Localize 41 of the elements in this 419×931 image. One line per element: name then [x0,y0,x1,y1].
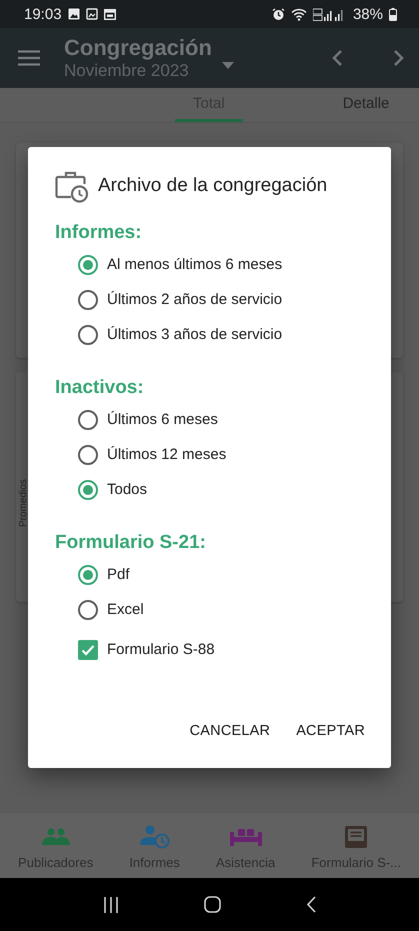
radio-button[interactable] [78,564,98,584]
wifi-icon [290,8,307,20]
battery-icon [389,8,397,20]
option-label[interactable]: Últimos 3 años de servicio [107,326,282,343]
back-icon[interactable] [306,896,316,913]
checkbox[interactable] [78,640,98,660]
dialog-title: Archivo de la congregación [98,175,328,197]
section-heading: Formulario S-21: [55,531,207,555]
dialog-button[interactable]: CANCELAR [190,714,270,748]
next-icon[interactable] [393,49,405,67]
option-label[interactable]: Últimos 6 meses [107,411,218,428]
month-subtitle: Noviembre 2023 [64,60,190,81]
radio-button[interactable] [78,254,98,274]
option-label[interactable]: Todos [107,481,148,498]
window-icon [104,8,116,20]
radio-button[interactable] [78,410,98,430]
recents-icon[interactable] [102,896,119,912]
radio-button[interactable] [78,600,98,620]
option-label[interactable]: Últimos 12 meses [107,446,226,463]
home-icon[interactable] [204,896,221,913]
briefcase-clock-icon [55,170,89,202]
alarm-icon [272,8,285,20]
section-heading: Inactivos: [55,376,145,400]
battery-percentage: 38% [352,6,383,22]
radio-button[interactable] [78,480,98,500]
previous-icon[interactable] [331,49,343,67]
option-label[interactable]: Formulario S-88 [107,641,215,658]
option-label[interactable]: Últimos 2 años de servicio [107,291,282,308]
image-icon [68,8,80,20]
dialog-button[interactable]: ACEPTAR [296,714,365,748]
gallery-icon [86,8,98,20]
option-label[interactable]: Excel [107,601,144,618]
menu-icon[interactable] [18,50,40,66]
radio-button[interactable] [78,324,98,344]
option-label[interactable]: Al menos últimos 6 meses [107,256,282,273]
dropdown-icon[interactable] [222,62,234,68]
section-heading: Informes: [55,221,143,245]
radio-button[interactable] [78,444,98,464]
radio-button[interactable] [78,290,98,310]
option-label[interactable]: Pdf [107,566,130,583]
clock-time: 19:03 [24,6,62,22]
